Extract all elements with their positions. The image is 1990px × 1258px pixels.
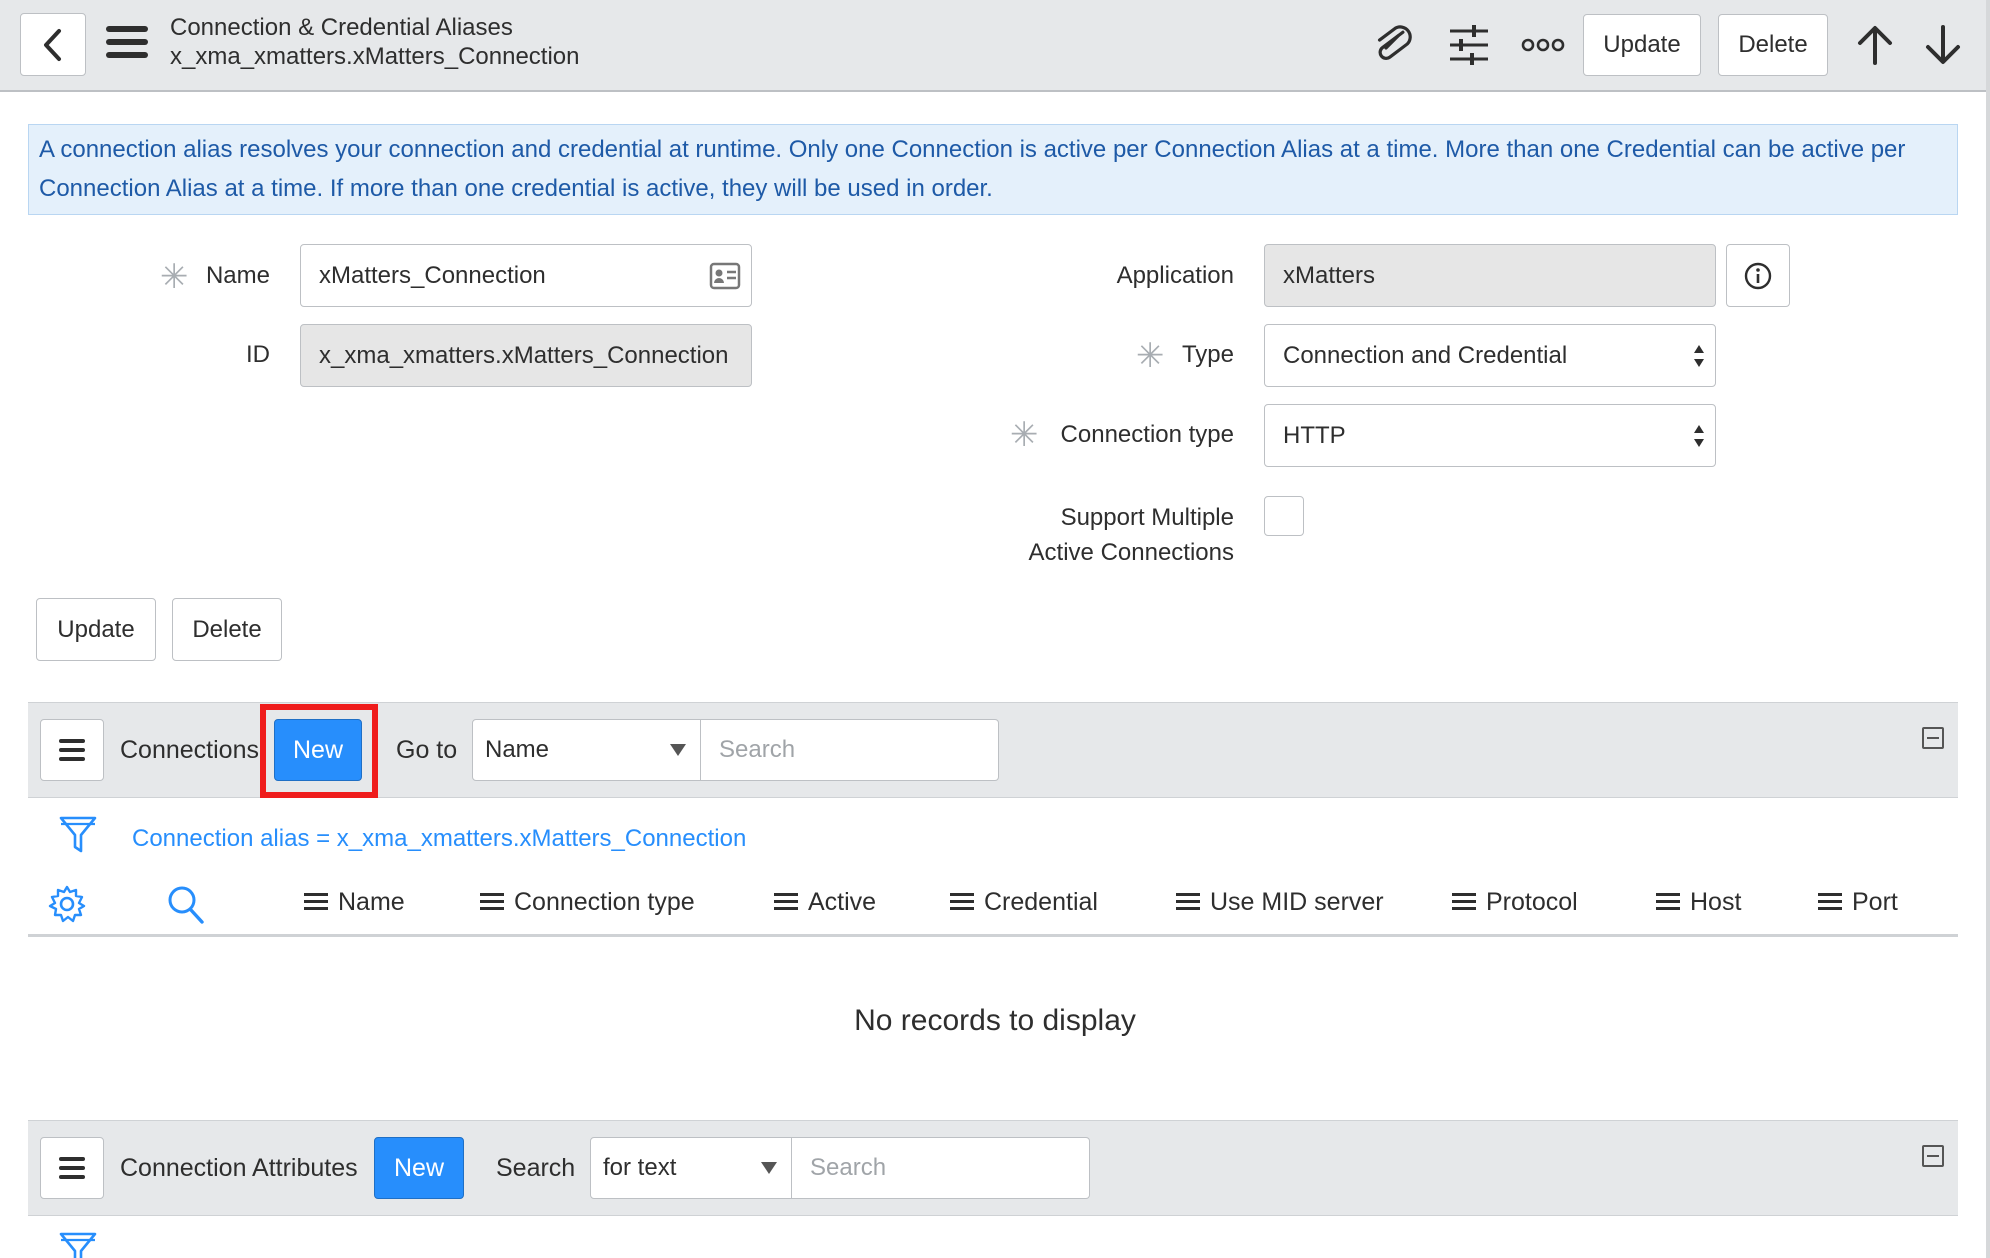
type-label: Type [1181, 341, 1234, 368]
caret-down-icon [761, 1162, 777, 1174]
column-menu-icon[interactable] [1656, 893, 1680, 911]
filter-icon[interactable] [58, 1230, 98, 1258]
connections-list-header: Connections New Go to Name Search [28, 702, 1958, 798]
delete-button[interactable]: Delete [172, 598, 282, 661]
reference-card-icon[interactable] [709, 262, 741, 290]
column-header-protocol[interactable]: Protocol [1452, 886, 1578, 918]
connection-type-label: Connection type [1060, 421, 1234, 448]
form-context-menu-icon[interactable] [106, 26, 148, 62]
attributes-search-label: Search [496, 1154, 576, 1182]
search-icon[interactable] [166, 884, 206, 926]
filter-breadcrumb[interactable]: Connection alias = x_xma_xmatters.xMatte… [132, 823, 746, 855]
arrow-down-icon[interactable] [1920, 22, 1966, 68]
column-label: Port [1852, 888, 1898, 916]
goto-field-value: Name [485, 736, 550, 763]
highlight-box [260, 704, 378, 798]
support-multiple-label-line2: Active Connections [1028, 539, 1234, 566]
scrollbar[interactable] [1986, 0, 1990, 1258]
application-label: Application [1116, 262, 1234, 289]
more-options-icon[interactable] [1520, 22, 1566, 68]
id-input[interactable]: x_xma_xmatters.xMatters_Connection [300, 324, 752, 387]
back-button[interactable] [20, 13, 86, 76]
column-menu-icon[interactable] [1176, 893, 1200, 911]
form-header: Connection & Credential Aliases x_xma_xm… [0, 0, 1990, 92]
attributes-new-button[interactable]: New [374, 1137, 464, 1199]
attributes-list-menu-icon[interactable] [40, 1137, 104, 1199]
column-header-use-mid-server[interactable]: Use MID server [1176, 886, 1384, 918]
application-value: xMatters [1283, 261, 1376, 289]
gear-icon[interactable] [47, 884, 87, 924]
connections-list-menu-icon[interactable] [40, 719, 104, 781]
column-label: Credential [984, 888, 1098, 916]
name-value: xMatters_Connection [319, 261, 546, 289]
info-message: A connection alias resolves your connect… [28, 124, 1958, 215]
column-header-port[interactable]: Port [1818, 886, 1898, 918]
column-label: Active [808, 888, 877, 916]
paperclip-icon[interactable] [1370, 22, 1416, 68]
update-button[interactable]: Update [36, 598, 156, 661]
column-menu-icon[interactable] [1452, 893, 1476, 911]
caret-down-icon [670, 744, 686, 756]
column-header-divider [28, 934, 1958, 937]
connections-search-input[interactable]: Search [701, 719, 999, 781]
type-value: Connection and Credential [1283, 341, 1568, 369]
column-header-host[interactable]: Host [1656, 886, 1741, 918]
column-header-active[interactable]: Active [774, 886, 876, 918]
name-input[interactable]: xMatters_Connection [300, 244, 752, 307]
chevron-left-icon [44, 28, 61, 61]
column-label: Use MID server [1210, 888, 1384, 916]
support-multiple-checkbox[interactable] [1264, 496, 1304, 536]
connection-type-select[interactable]: HTTP [1264, 404, 1716, 467]
collapse-list-icon[interactable] [1922, 1145, 1944, 1167]
connections-list-title: Connections [120, 736, 259, 764]
empty-list-message: No records to display [854, 1004, 1136, 1037]
goto-field-select[interactable]: Name [472, 719, 701, 781]
column-menu-icon[interactable] [304, 893, 328, 911]
support-multiple-label-line1: Support Multiple [1060, 504, 1234, 531]
attributes-list-header: Connection Attributes New Search for tex… [28, 1120, 1958, 1216]
header-delete-button[interactable]: Delete [1718, 14, 1828, 76]
header-title: Connection & Credential Aliases [170, 14, 513, 41]
header-subtitle: x_xma_xmatters.xMatters_Connection [170, 43, 580, 70]
support-multiple-label: Support Multiple Active Connections [960, 500, 1234, 570]
connection-type-value: HTTP [1283, 421, 1346, 449]
header-update-button[interactable]: Update [1583, 14, 1701, 76]
arrow-up-icon[interactable] [1852, 22, 1898, 68]
type-select[interactable]: Connection and Credential [1264, 324, 1716, 387]
column-label: Host [1690, 888, 1742, 916]
attributes-list-title: Connection Attributes [120, 1154, 358, 1182]
name-label: Name [205, 262, 270, 289]
column-header-name[interactable]: Name [304, 886, 405, 918]
filter-icon[interactable] [58, 814, 98, 856]
column-header-connection-type[interactable]: Connection type [480, 886, 695, 918]
select-arrows-icon [1694, 425, 1704, 447]
column-label: Name [338, 888, 405, 916]
info-icon [1744, 262, 1772, 289]
id-label: ID [246, 341, 270, 368]
application-info-button[interactable] [1726, 244, 1790, 307]
column-menu-icon[interactable] [1818, 893, 1842, 911]
column-menu-icon[interactable] [774, 893, 798, 911]
column-label: Protocol [1486, 888, 1578, 916]
select-arrows-icon [1694, 345, 1704, 367]
collapse-list-icon[interactable] [1922, 727, 1944, 749]
application-input[interactable]: xMatters [1264, 244, 1716, 307]
goto-label: Go to [396, 736, 458, 764]
attributes-search-field-value: for text [603, 1154, 677, 1181]
id-value: x_xma_xmatters.xMatters_Connection [319, 341, 729, 369]
column-header-credential[interactable]: Credential [950, 886, 1098, 918]
column-menu-icon[interactable] [950, 893, 974, 911]
column-menu-icon[interactable] [480, 893, 504, 911]
attributes-search-input[interactable]: Search [792, 1137, 1090, 1199]
page: Connection & Credential Aliases x_xma_xm… [0, 0, 1990, 1258]
attributes-search-field-select[interactable]: for text [590, 1137, 792, 1199]
column-label: Connection type [514, 888, 695, 916]
personalize-form-icon[interactable] [1446, 22, 1492, 68]
